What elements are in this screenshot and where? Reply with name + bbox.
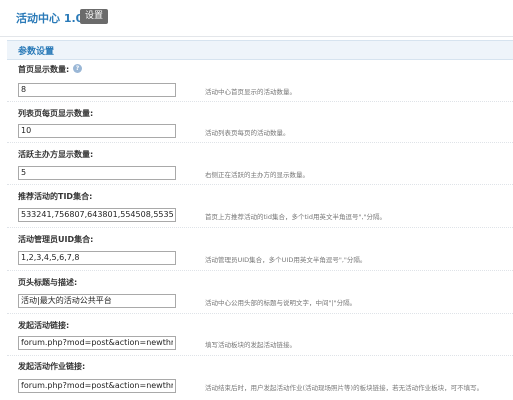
homepage-count-input[interactable] xyxy=(18,83,176,97)
event-homework-link-label: 发起活动作业链接: xyxy=(18,362,86,371)
recommended-tids-description: 首页上方推荐活动的tid集合，多个tid用英文半角逗号","分隔。 xyxy=(205,213,387,221)
header-title-input[interactable] xyxy=(18,294,176,308)
list-page-count-label: 列表页每页显示数量: xyxy=(18,109,94,118)
list-page-count-description: 活动列表页每页的活动数量。 xyxy=(205,129,290,137)
tab-settings[interactable]: 设置 xyxy=(80,9,109,24)
event-homework-link-description: 活动结束后时，用户发起活动作业(活动现场照片等)的板块链接，若无活动作业板块，可… xyxy=(205,384,484,392)
header-title-description: 活动中心公用头部的标题与说明文字，中间"|"分隔。 xyxy=(205,299,357,307)
create-event-link-description: 填写活动板块的发起活动链接。 xyxy=(205,341,296,349)
admin-uids-input[interactable] xyxy=(18,251,176,265)
page-header: 活动中心 1.0 设置 xyxy=(0,0,513,37)
divider xyxy=(7,313,513,314)
divider xyxy=(7,184,513,185)
divider xyxy=(7,101,513,102)
active-hosts-count-input[interactable] xyxy=(18,166,176,180)
divider xyxy=(7,355,513,356)
section-header: 参数设置 xyxy=(7,40,513,60)
app-title: 活动中心 1.0 xyxy=(16,12,84,25)
homepage-count-label: 首页显示数量: xyxy=(18,65,70,74)
divider xyxy=(7,270,513,271)
header-title-label: 页头标题与描述: xyxy=(18,278,78,287)
active-hosts-count-description: 右侧正在活跃的主办方的显示数量。 xyxy=(205,171,309,179)
help-icon[interactable]: ? xyxy=(73,64,82,73)
admin-uids-label: 活动管理员UID集合: xyxy=(18,235,94,244)
active-hosts-count-label: 活跃主办方显示数量: xyxy=(18,150,94,159)
admin-uids-description: 活动管理员UID集合，多个UID用英文半角逗号","分隔。 xyxy=(205,256,367,264)
recommended-tids-label: 推荐活动的TID集合: xyxy=(18,192,93,201)
create-event-link-label: 发起活动链接: xyxy=(18,321,70,330)
divider xyxy=(7,142,513,143)
divider xyxy=(7,227,513,228)
event-homework-link-input[interactable] xyxy=(18,379,176,393)
create-event-link-input[interactable] xyxy=(18,336,176,350)
homepage-count-description: 活动中心首页显示的活动数量。 xyxy=(205,88,296,96)
recommended-tids-input[interactable] xyxy=(18,208,176,222)
list-page-count-input[interactable] xyxy=(18,124,176,138)
section-title: 参数设置 xyxy=(18,47,55,57)
